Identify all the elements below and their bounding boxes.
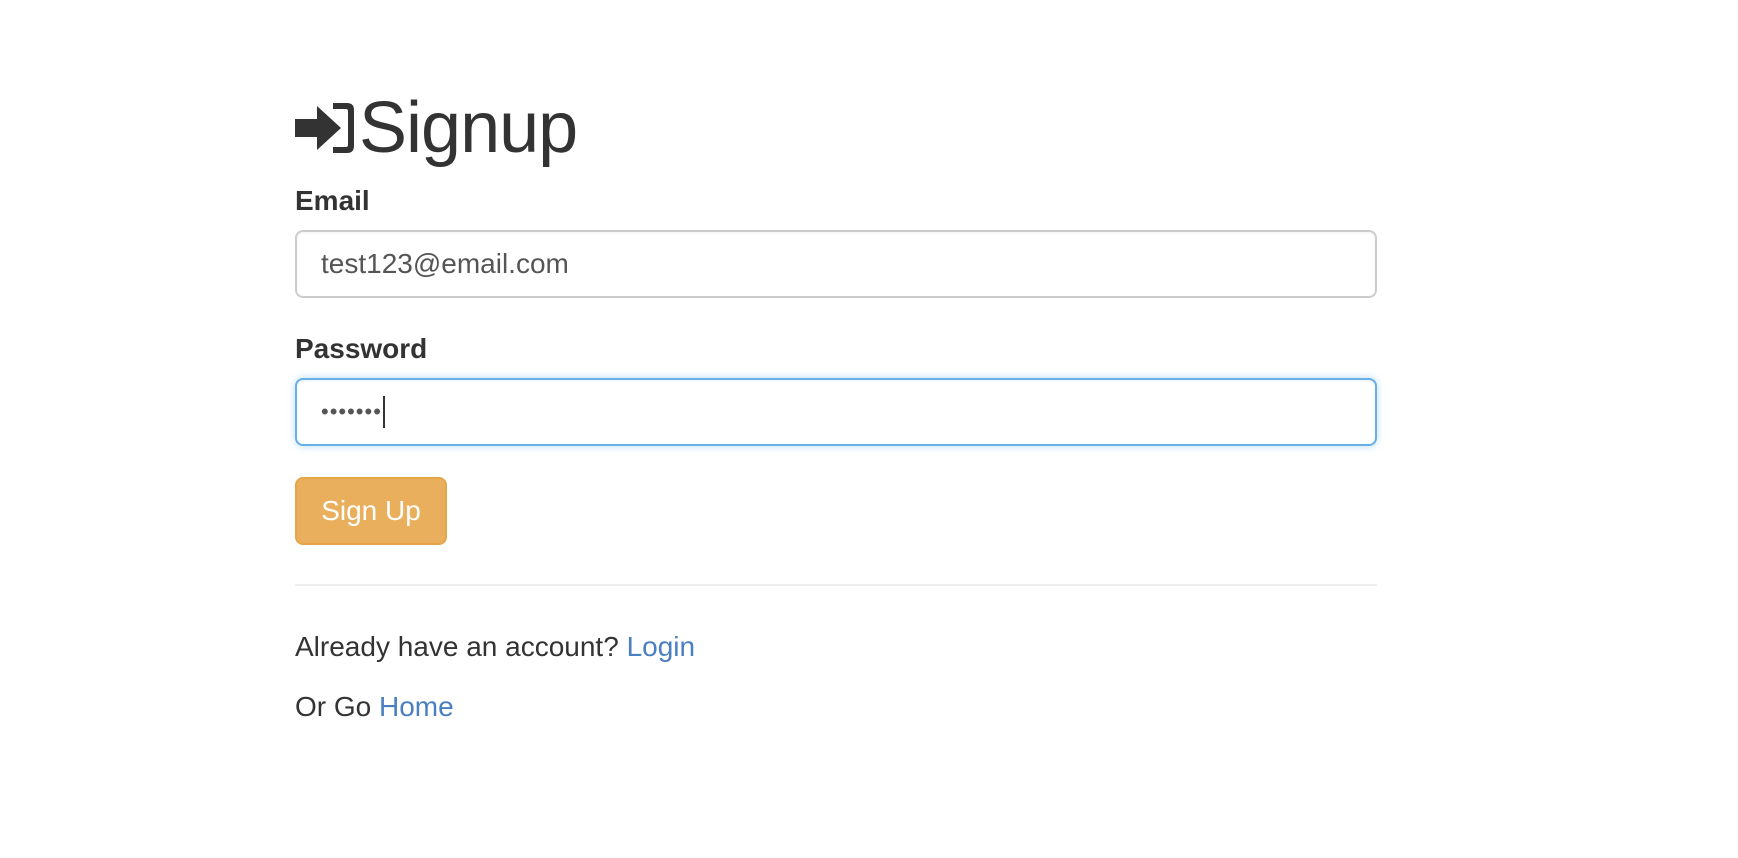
login-prompt-text: Already have an account? [295,631,619,662]
login-link[interactable]: Login [627,631,696,662]
login-prompt: Already have an account? Login [295,630,695,664]
home-prompt-text: Or Go [295,691,372,722]
home-link[interactable]: Home [379,691,454,722]
divider [295,584,1377,586]
home-prompt: Or Go Home [295,690,454,724]
email-field-value: test123@email.com [321,248,569,279]
page-title: Signup [295,88,578,168]
password-field[interactable]: ••••••• [295,378,1377,446]
password-label: Password [295,333,428,364]
email-label: Email [295,185,370,216]
sign-in-icon [295,100,357,156]
email-field[interactable]: test123@email.com [295,230,1377,298]
sign-up-button[interactable]: Sign Up [295,477,447,545]
page-title-text: Signup [359,88,578,168]
text-caret [382,396,385,428]
password-field-value: ••••••• [321,399,382,424]
